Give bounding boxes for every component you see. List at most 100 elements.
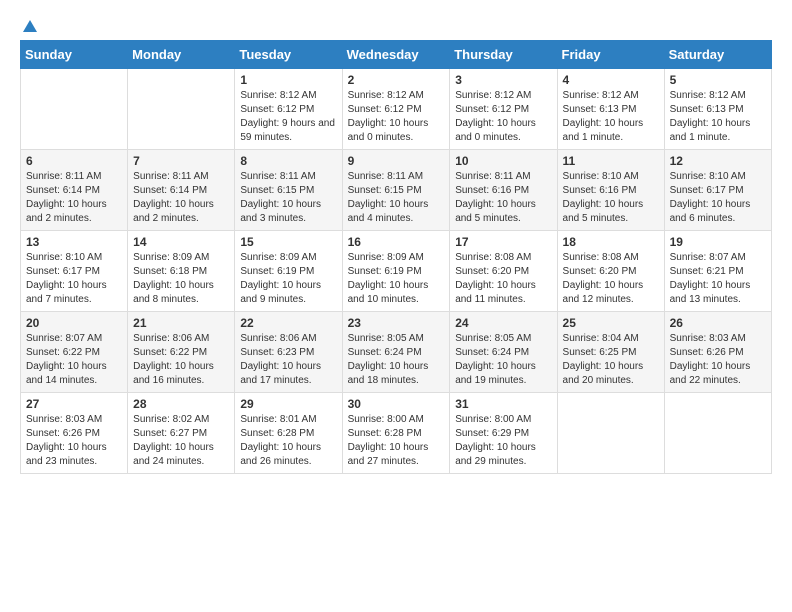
- calendar-day-cell: 11 Sunrise: 8:10 AM Sunset: 6:16 PM Dayli…: [557, 150, 664, 231]
- calendar-day-cell: [21, 69, 128, 150]
- day-info: Sunrise: 8:07 AM Sunset: 6:21 PM Dayligh…: [670, 251, 766, 307]
- calendar-day-cell: [557, 393, 664, 474]
- day-number: 31: [455, 397, 551, 411]
- day-number: 23: [348, 316, 445, 330]
- calendar-week-row: 27 Sunrise: 8:03 AM Sunset: 6:26 PM Dayli…: [21, 393, 772, 474]
- day-number: 30: [348, 397, 445, 411]
- day-info: Sunrise: 8:02 AM Sunset: 6:27 PM Dayligh…: [133, 413, 229, 469]
- calendar-day-cell: 6 Sunrise: 8:11 AM Sunset: 6:14 PM Daylig…: [21, 150, 128, 231]
- day-info: Sunrise: 8:05 AM Sunset: 6:24 PM Dayligh…: [348, 332, 445, 388]
- logo: [20, 20, 37, 30]
- day-number: 26: [670, 316, 766, 330]
- day-info: Sunrise: 8:00 AM Sunset: 6:29 PM Dayligh…: [455, 413, 551, 469]
- day-number: 11: [563, 154, 659, 168]
- day-info: Sunrise: 8:09 AM Sunset: 6:19 PM Dayligh…: [348, 251, 445, 307]
- calendar-day-cell: 18 Sunrise: 8:08 AM Sunset: 6:20 PM Dayli…: [557, 231, 664, 312]
- calendar-day-cell: [664, 393, 771, 474]
- calendar-day-cell: 19Sunrise: 8:07 AM Sunset: 6:21 PM Dayli…: [664, 231, 771, 312]
- day-number: 17: [455, 235, 551, 249]
- calendar-day-cell: 2Sunrise: 8:12 AM Sunset: 6:12 PM Daylig…: [342, 69, 450, 150]
- day-info: Sunrise: 8:03 AM Sunset: 6:26 PM Dayligh…: [26, 413, 122, 469]
- calendar-day-cell: 31 Sunrise: 8:00 AM Sunset: 6:29 PM Dayli…: [450, 393, 557, 474]
- day-info: Sunrise: 8:06 AM Sunset: 6:23 PM Dayligh…: [240, 332, 336, 388]
- day-info: Sunrise: 8:08 AM Sunset: 6:20 PM Dayligh…: [563, 251, 659, 307]
- calendar-week-row: 20 Sunrise: 8:07 AM Sunset: 6:22 PM Dayli…: [21, 312, 772, 393]
- day-info: Sunrise: 8:08 AM Sunset: 6:20 PM Dayligh…: [455, 251, 551, 307]
- calendar-day-cell: 27 Sunrise: 8:03 AM Sunset: 6:26 PM Dayli…: [21, 393, 128, 474]
- day-info: Sunrise: 8:12 AM Sunset: 6:13 PM Dayligh…: [563, 89, 659, 145]
- calendar-day-cell: 28 Sunrise: 8:02 AM Sunset: 6:27 PM Dayli…: [128, 393, 235, 474]
- day-number: 27: [26, 397, 122, 411]
- day-number: 7: [133, 154, 229, 168]
- calendar-day-cell: 23 Sunrise: 8:05 AM Sunset: 6:24 PM Dayli…: [342, 312, 450, 393]
- day-info: Sunrise: 8:07 AM Sunset: 6:22 PM Dayligh…: [26, 332, 122, 388]
- day-info: Sunrise: 8:11 AM Sunset: 6:15 PM Dayligh…: [240, 170, 336, 226]
- calendar-day-cell: 20 Sunrise: 8:07 AM Sunset: 6:22 PM Dayli…: [21, 312, 128, 393]
- day-number: 16: [348, 235, 445, 249]
- day-info: Sunrise: 8:05 AM Sunset: 6:24 PM Dayligh…: [455, 332, 551, 388]
- day-number: 8: [240, 154, 336, 168]
- calendar-week-row: 6 Sunrise: 8:11 AM Sunset: 6:14 PM Daylig…: [21, 150, 772, 231]
- calendar-day-cell: 1 Sunrise: 8:12 AM Sunset: 6:12 PM Daylig…: [235, 69, 342, 150]
- day-number: 28: [133, 397, 229, 411]
- day-number: 5: [670, 73, 766, 87]
- day-of-week-header: Thursday: [450, 41, 557, 69]
- day-info: Sunrise: 8:12 AM Sunset: 6:13 PM Dayligh…: [670, 89, 766, 145]
- day-number: 10: [455, 154, 551, 168]
- day-of-week-header: Wednesday: [342, 41, 450, 69]
- logo-triangle-icon: [23, 20, 37, 32]
- day-number: 9: [348, 154, 445, 168]
- calendar-day-cell: 9Sunrise: 8:11 AM Sunset: 6:15 PM Daylig…: [342, 150, 450, 231]
- calendar-day-cell: 10 Sunrise: 8:11 AM Sunset: 6:16 PM Dayli…: [450, 150, 557, 231]
- calendar-day-cell: 25 Sunrise: 8:04 AM Sunset: 6:25 PM Dayli…: [557, 312, 664, 393]
- day-info: Sunrise: 8:04 AM Sunset: 6:25 PM Dayligh…: [563, 332, 659, 388]
- calendar-day-cell: 15Sunrise: 8:09 AM Sunset: 6:19 PM Dayli…: [235, 231, 342, 312]
- calendar-day-cell: 16 Sunrise: 8:09 AM Sunset: 6:19 PM Dayli…: [342, 231, 450, 312]
- day-info: Sunrise: 8:11 AM Sunset: 6:14 PM Dayligh…: [133, 170, 229, 226]
- calendar-day-cell: 13 Sunrise: 8:10 AM Sunset: 6:17 PM Dayli…: [21, 231, 128, 312]
- day-number: 3: [455, 73, 551, 87]
- day-number: 22: [240, 316, 336, 330]
- day-number: 6: [26, 154, 122, 168]
- day-number: 21: [133, 316, 229, 330]
- day-number: 14: [133, 235, 229, 249]
- calendar-day-cell: 26 Sunrise: 8:03 AM Sunset: 6:26 PM Dayli…: [664, 312, 771, 393]
- day-info: Sunrise: 8:09 AM Sunset: 6:18 PM Dayligh…: [133, 251, 229, 307]
- day-info: Sunrise: 8:00 AM Sunset: 6:28 PM Dayligh…: [348, 413, 445, 469]
- calendar-day-cell: 21Sunrise: 8:06 AM Sunset: 6:22 PM Dayli…: [128, 312, 235, 393]
- calendar-day-cell: 17 Sunrise: 8:08 AM Sunset: 6:20 PM Dayli…: [450, 231, 557, 312]
- day-of-week-header: Monday: [128, 41, 235, 69]
- day-number: 20: [26, 316, 122, 330]
- calendar-day-cell: 4Sunrise: 8:12 AM Sunset: 6:13 PM Daylig…: [557, 69, 664, 150]
- calendar-day-cell: [128, 69, 235, 150]
- calendar-day-cell: 29 Sunrise: 8:01 AM Sunset: 6:28 PM Dayli…: [235, 393, 342, 474]
- day-info: Sunrise: 8:11 AM Sunset: 6:14 PM Dayligh…: [26, 170, 122, 226]
- day-info: Sunrise: 8:10 AM Sunset: 6:16 PM Dayligh…: [563, 170, 659, 226]
- day-of-week-header: Tuesday: [235, 41, 342, 69]
- day-info: Sunrise: 8:10 AM Sunset: 6:17 PM Dayligh…: [670, 170, 766, 226]
- day-info: Sunrise: 8:10 AM Sunset: 6:17 PM Dayligh…: [26, 251, 122, 307]
- day-info: Sunrise: 8:01 AM Sunset: 6:28 PM Dayligh…: [240, 413, 336, 469]
- calendar-day-cell: 5 Sunrise: 8:12 AM Sunset: 6:13 PM Daylig…: [664, 69, 771, 150]
- page-header: [20, 20, 772, 30]
- calendar-day-cell: 30 Sunrise: 8:00 AM Sunset: 6:28 PM Dayli…: [342, 393, 450, 474]
- calendar-day-cell: 7 Sunrise: 8:11 AM Sunset: 6:14 PM Daylig…: [128, 150, 235, 231]
- day-number: 18: [563, 235, 659, 249]
- calendar-week-row: 1 Sunrise: 8:12 AM Sunset: 6:12 PM Daylig…: [21, 69, 772, 150]
- calendar-week-row: 13 Sunrise: 8:10 AM Sunset: 6:17 PM Dayli…: [21, 231, 772, 312]
- calendar-header-row: SundayMondayTuesdayWednesdayThursdayFrid…: [21, 41, 772, 69]
- day-number: 13: [26, 235, 122, 249]
- day-info: Sunrise: 8:11 AM Sunset: 6:16 PM Dayligh…: [455, 170, 551, 226]
- day-number: 24: [455, 316, 551, 330]
- day-number: 25: [563, 316, 659, 330]
- day-number: 29: [240, 397, 336, 411]
- day-number: 1: [240, 73, 336, 87]
- day-info: Sunrise: 8:12 AM Sunset: 6:12 PM Dayligh…: [348, 89, 445, 145]
- day-number: 15: [240, 235, 336, 249]
- day-of-week-header: Sunday: [21, 41, 128, 69]
- calendar-day-cell: 22 Sunrise: 8:06 AM Sunset: 6:23 PM Dayli…: [235, 312, 342, 393]
- calendar-day-cell: 24 Sunrise: 8:05 AM Sunset: 6:24 PM Dayli…: [450, 312, 557, 393]
- day-info: Sunrise: 8:03 AM Sunset: 6:26 PM Dayligh…: [670, 332, 766, 388]
- calendar-day-cell: 3Sunrise: 8:12 AM Sunset: 6:12 PM Daylig…: [450, 69, 557, 150]
- day-info: Sunrise: 8:12 AM Sunset: 6:12 PM Dayligh…: [240, 89, 336, 145]
